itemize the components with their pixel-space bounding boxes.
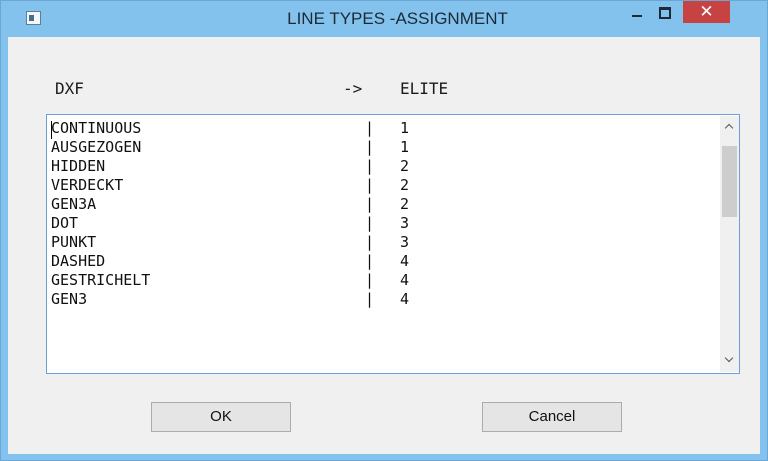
line-type-name: GEN3 bbox=[51, 290, 88, 308]
line-type-name: HIDDEN bbox=[51, 157, 106, 175]
list-item[interactable]: DASHED | 4 bbox=[51, 252, 701, 271]
maximize-icon[interactable] bbox=[651, 3, 678, 23]
line-type-name: DOT bbox=[51, 214, 79, 232]
elite-line-type: 2 bbox=[400, 157, 410, 175]
column-separator: | bbox=[365, 195, 375, 213]
list-item[interactable]: HIDDEN | 2 bbox=[51, 157, 701, 176]
list-item[interactable]: DOT | 3 bbox=[51, 214, 701, 233]
elite-line-type: 2 bbox=[400, 195, 410, 213]
column-separator: | bbox=[365, 233, 375, 251]
close-button[interactable]: ✕ bbox=[683, 1, 730, 23]
column-separator: | bbox=[365, 290, 375, 308]
elite-line-type: 1 bbox=[400, 138, 410, 156]
line-type-list[interactable]: CONTINUOUS | 1 AUSGEZOGEN | 1 HIDDEN | 2… bbox=[46, 114, 740, 374]
elite-line-type: 3 bbox=[400, 233, 410, 251]
vertical-scrollbar[interactable] bbox=[720, 116, 739, 372]
list-item[interactable]: GEN3A | 2 bbox=[51, 195, 701, 214]
column-header-dxf: DXF bbox=[55, 79, 84, 98]
elite-line-type: 1 bbox=[400, 119, 410, 137]
elite-line-type: 4 bbox=[400, 290, 410, 308]
column-separator: | bbox=[365, 119, 375, 137]
list-item[interactable]: GEN3 | 4 bbox=[51, 290, 701, 309]
elite-line-type: 2 bbox=[400, 176, 410, 194]
chevron-up-icon[interactable] bbox=[720, 116, 739, 138]
list-item[interactable]: PUNKT | 3 bbox=[51, 233, 701, 252]
column-separator: | bbox=[365, 157, 375, 175]
column-separator: | bbox=[365, 176, 375, 194]
list-item[interactable]: CONTINUOUS | 1 bbox=[51, 119, 701, 138]
title-bar[interactable]: LINE TYPES -ASSIGNMENT ✕ bbox=[1, 1, 767, 37]
line-type-name: CONTINUOUS bbox=[51, 119, 142, 137]
scrollbar-thumb[interactable] bbox=[722, 146, 737, 217]
list-item[interactable]: VERDECKT | 2 bbox=[51, 176, 701, 195]
line-type-name: GESTRICHELT bbox=[51, 271, 151, 289]
list-item[interactable]: AUSGEZOGEN | 1 bbox=[51, 138, 701, 157]
column-separator: | bbox=[365, 138, 375, 156]
line-type-name: PUNKT bbox=[51, 233, 97, 251]
column-header-arrow: -> bbox=[343, 79, 363, 98]
column-separator: | bbox=[365, 252, 375, 270]
line-type-name: AUSGEZOGEN bbox=[51, 138, 142, 156]
line-type-name: DASHED bbox=[51, 252, 106, 270]
column-separator: | bbox=[365, 214, 375, 232]
elite-line-type: 3 bbox=[400, 214, 410, 232]
dialog-window: LINE TYPES -ASSIGNMENT ✕ DXF -> ELITE CO… bbox=[0, 0, 768, 461]
elite-line-type: 4 bbox=[400, 252, 410, 270]
column-separator: | bbox=[365, 271, 375, 289]
line-type-name: GEN3A bbox=[51, 195, 97, 213]
line-type-name: VERDECKT bbox=[51, 176, 124, 194]
column-header-elite: ELITE bbox=[400, 79, 449, 98]
list-item[interactable]: GESTRICHELT | 4 bbox=[51, 271, 701, 290]
ok-button[interactable]: OK bbox=[151, 402, 291, 432]
elite-line-type: 4 bbox=[400, 271, 410, 289]
chevron-down-icon[interactable] bbox=[720, 350, 739, 372]
dialog-client-area: DXF -> ELITE CONTINUOUS | 1 AUSGEZOGEN |… bbox=[8, 37, 760, 454]
close-icon: ✕ bbox=[699, 2, 714, 22]
cancel-button[interactable]: Cancel bbox=[482, 402, 622, 432]
minimize-icon[interactable] bbox=[624, 3, 650, 23]
